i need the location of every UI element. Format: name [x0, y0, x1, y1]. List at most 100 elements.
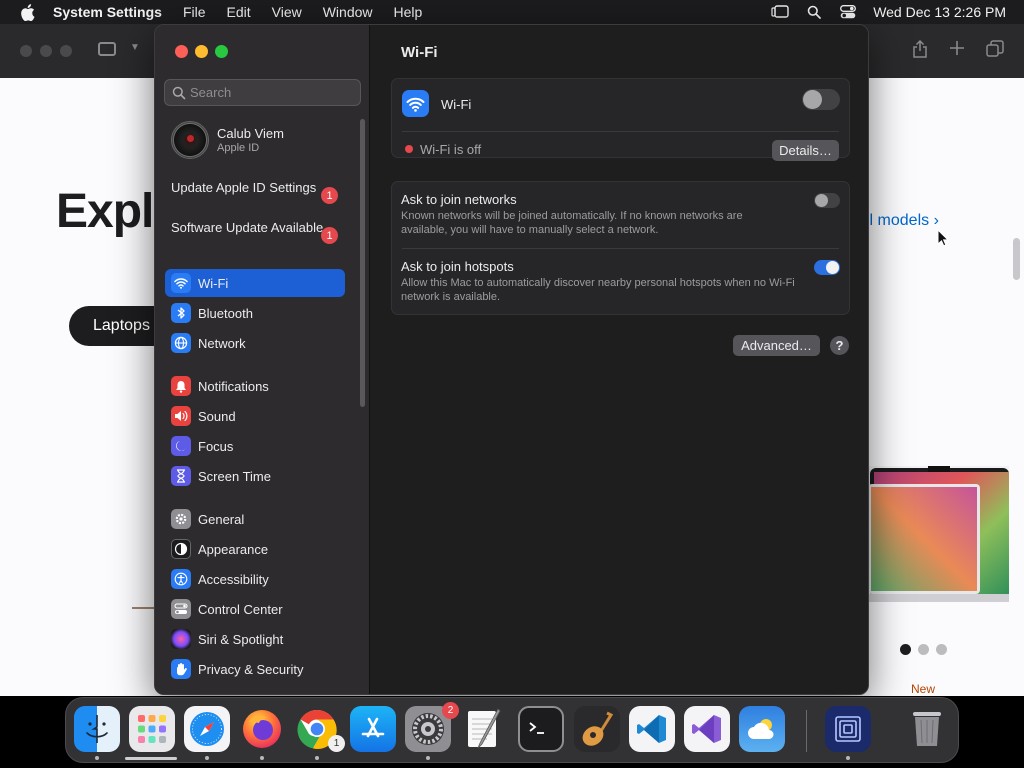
sidebar-item-label: Notifications	[198, 378, 269, 394]
dock: 1 2	[65, 697, 959, 763]
minimize-button[interactable]	[195, 45, 208, 58]
app-store-icon[interactable]	[350, 706, 396, 752]
wifi-icon	[171, 273, 191, 293]
system-settings-window: Calub Viem Apple ID Update Apple ID Sett…	[154, 24, 869, 695]
avatar	[171, 121, 209, 159]
advanced-button[interactable]: Advanced…	[733, 335, 820, 356]
sidebar-item-screen-time[interactable]: Screen Time	[165, 462, 345, 490]
product-edge-image	[132, 607, 154, 609]
sidebar-item-label: Accessibility	[198, 571, 269, 587]
trash-icon[interactable]	[904, 706, 950, 752]
safari-icon[interactable]	[184, 706, 230, 752]
spotlight-search-icon[interactable]	[805, 4, 823, 20]
sidebar-item-label: General	[198, 511, 245, 527]
wifi-label: Wi-Fi	[441, 97, 472, 112]
sidebar-item-general[interactable]: General	[165, 505, 345, 533]
wifi-toggle[interactable]	[802, 89, 840, 110]
chevron-down-icon[interactable]: ▼	[130, 42, 140, 53]
search-icon	[172, 86, 186, 100]
search-field[interactable]	[164, 79, 361, 106]
sidebar-item-notifications[interactable]: Notifications	[165, 372, 345, 400]
browser-close-button[interactable]	[20, 45, 32, 57]
system-settings-badge: 2	[442, 702, 459, 719]
close-button[interactable]	[175, 45, 188, 58]
browser-sidebar-icon[interactable]	[98, 42, 116, 56]
sidebar-item-accessibility[interactable]: Accessibility	[165, 565, 345, 593]
search-input[interactable]	[190, 85, 350, 100]
browser-zoom-button[interactable]	[60, 45, 72, 57]
zoom-button[interactable]	[215, 45, 228, 58]
all-models-link[interactable]: ll models ›	[866, 212, 939, 230]
vscode-icon[interactable]	[629, 706, 675, 752]
ask-to-join-card: Ask to join networks Known networks will…	[391, 181, 850, 315]
garageband-icon[interactable]	[574, 706, 620, 752]
page-title: Wi-Fi	[401, 44, 438, 61]
ask-networks-title: Ask to join networks	[401, 192, 517, 207]
details-button[interactable]: Details…	[772, 140, 839, 161]
help-button[interactable]: ?	[830, 336, 849, 355]
new-tab-icon[interactable]	[949, 40, 965, 61]
toggles-icon	[171, 599, 191, 619]
terminal-icon[interactable]	[518, 706, 564, 752]
sidebar-item-label: Appearance	[198, 541, 269, 557]
ask-hotspots-description: Allow this Mac to automatically discover…	[401, 277, 795, 303]
notice-badge: 1	[321, 187, 338, 204]
globe-icon	[171, 333, 191, 353]
dock-separator	[806, 710, 807, 752]
sidebar-item-wifi[interactable]: Wi-Fi	[165, 269, 345, 297]
menu-bar: System Settings File Edit View Window He…	[0, 0, 1024, 24]
share-icon[interactable]	[912, 39, 928, 63]
menu-window[interactable]: Window	[323, 4, 373, 20]
appearance-icon	[171, 539, 191, 559]
carousel-dot-1[interactable]	[900, 644, 911, 655]
sidebar-item-sound[interactable]: Sound	[165, 402, 345, 430]
browser-scrollbar[interactable]	[1013, 238, 1020, 280]
carousel-dot-2[interactable]	[918, 644, 929, 655]
browser-minimize-button[interactable]	[40, 45, 52, 57]
account-name: Calub Viem	[217, 126, 284, 141]
tab-overview-icon[interactable]	[986, 40, 1004, 63]
sidebar-scrollbar[interactable]	[360, 119, 365, 407]
firefox-icon[interactable]	[239, 706, 285, 752]
siri-icon	[171, 629, 191, 649]
sidebar-item-network[interactable]: Network	[165, 329, 345, 357]
sidebar-item-control-center[interactable]: Control Center	[165, 595, 345, 623]
sidebar-item-focus[interactable]: Focus	[165, 432, 345, 460]
ask-hotspots-toggle[interactable]	[814, 260, 840, 275]
carousel-dot-3[interactable]	[936, 644, 947, 655]
menu-clock[interactable]: Wed Dec 13 2:26 PM	[873, 4, 1006, 20]
control-center-icon[interactable]	[839, 4, 857, 20]
bell-icon	[171, 376, 191, 396]
hourglass-icon	[171, 466, 191, 486]
sidebar-item-privacy-security[interactable]: Privacy & Security	[165, 655, 345, 683]
sidebar-item-label: Control Center	[198, 601, 283, 617]
accessibility-icon	[171, 569, 191, 589]
screen-share-icon[interactable]	[825, 706, 871, 752]
ask-networks-toggle[interactable]	[814, 193, 840, 208]
weather-icon[interactable]	[739, 706, 785, 752]
settings-sidebar: Calub Viem Apple ID Update Apple ID Sett…	[155, 25, 370, 694]
textedit-icon[interactable]	[460, 706, 506, 752]
menu-edit[interactable]: Edit	[227, 4, 251, 20]
menu-help[interactable]: Help	[394, 4, 423, 20]
menu-file[interactable]: File	[183, 4, 206, 20]
sidebar-item-label: Focus	[198, 438, 234, 454]
sidebar-item-label: Screen Time	[198, 468, 271, 484]
apple-id-account[interactable]: Calub Viem Apple ID	[171, 120, 361, 160]
moon-icon	[171, 436, 191, 456]
sidebar-item-siri-spotlight[interactable]: Siri & Spotlight	[165, 625, 345, 653]
bluetooth-icon	[171, 303, 191, 323]
sidebar-item-label: Siri & Spotlight	[198, 631, 284, 647]
macbook-product-image	[868, 466, 1009, 602]
menu-app-name[interactable]: System Settings	[53, 4, 162, 20]
visual-studio-icon[interactable]	[684, 706, 730, 752]
sidebar-item-bluetooth[interactable]: Bluetooth	[165, 299, 345, 327]
menu-view[interactable]: View	[272, 4, 302, 20]
stage-manager-icon[interactable]	[771, 4, 789, 20]
launchpad-icon[interactable]	[129, 706, 175, 752]
apple-logo-icon[interactable]	[20, 3, 36, 21]
status-off-indicator	[405, 145, 413, 153]
finder-icon[interactable]	[74, 706, 120, 752]
sidebar-item-appearance[interactable]: Appearance	[165, 535, 345, 563]
sidebar-item-label: Wi-Fi	[198, 275, 229, 291]
